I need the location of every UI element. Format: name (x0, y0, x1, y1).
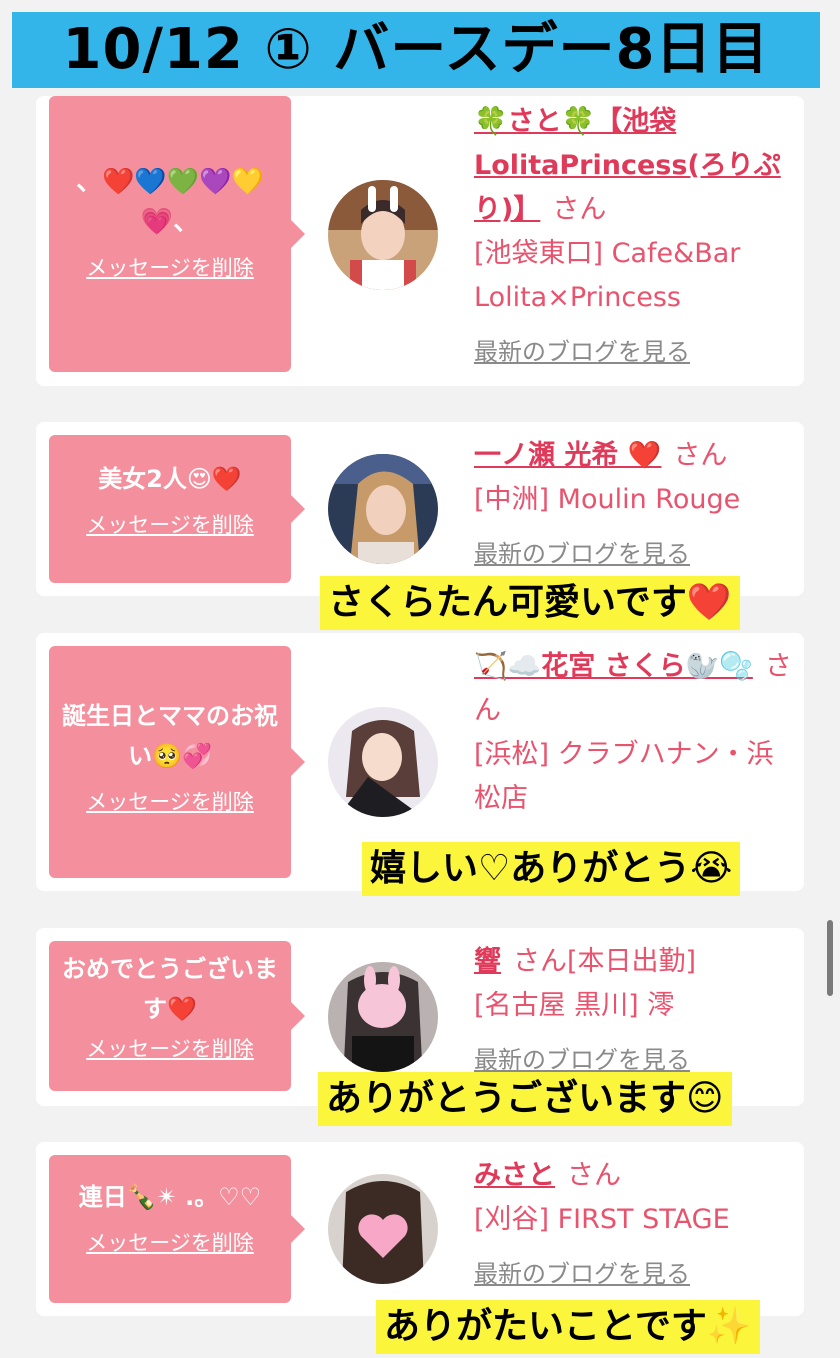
shop-name: [浜松] クラブハナン・浜松店 (474, 739, 774, 814)
cast-name-link[interactable]: 🏹☁️花宮 さくら🦭🫧 (474, 651, 753, 682)
cast-name-link[interactable]: 一ノ瀬 光希 ❤️ (474, 440, 661, 471)
latest-blog-link[interactable]: 最新のブログを見る (474, 1252, 794, 1296)
avatar-photo (328, 707, 438, 817)
caption-overlay: さくらたん可愛いです❤️ (320, 576, 740, 630)
caption-overlay: ありがとうございます😊 (318, 1072, 732, 1126)
avatar-photo (328, 962, 438, 1072)
avatar-photo (328, 180, 438, 290)
shop-name: [名古屋 黒川] 澪 (474, 990, 675, 1021)
delete-message-link[interactable]: メッセージを削除 (86, 252, 254, 282)
page-title-banner: 10/12 ① バースデー8日目 (12, 12, 820, 88)
cast-name-link[interactable]: 🍀さと🍀【池袋LolitaPrincess(ろりぷり)】 (474, 106, 781, 225)
avatar[interactable] (328, 1174, 438, 1284)
avatar[interactable] (328, 707, 438, 817)
avatar-photo (328, 454, 438, 564)
cast-info: みさと さん [刈谷] FIRST STAGE 最新のブログを見る (474, 1154, 794, 1296)
shop-name: [刈谷] FIRST STAGE (474, 1204, 730, 1235)
shop-name: [中洲] Moulin Rouge (474, 484, 741, 515)
delete-message-link[interactable]: メッセージを削除 (86, 1227, 254, 1257)
delete-message-link[interactable]: メッセージを削除 (86, 1033, 254, 1063)
message-text: 誕生日とママのお祝い🥺💞 (62, 702, 278, 770)
message-text: 、❤️💙💚💜💛💗、 (76, 167, 264, 237)
message-card: 、❤️💙💚💜💛💗、 メッセージを削除 🍀さと🍀【池袋LolitaPrincess… (36, 96, 804, 386)
cast-info: 一ノ瀬 光希 ❤️ さん [中洲] Moulin Rouge 最新のブログを見る (474, 434, 794, 576)
message-card: 連日🍾✴︎ .。♡♡ メッセージを削除 みさと さん [刈谷] FIRST STA… (36, 1142, 804, 1316)
shop-name: [池袋東口] Cafe&Bar Lolita×Princess (474, 238, 741, 313)
cast-info: 響さん[本日出勤] [名古屋 黒川] 澪 最新のブログを見る (474, 940, 794, 1082)
cast-info: 🍀さと🍀【池袋LolitaPrincess(ろりぷり)】 さん [池袋東口] Ca… (474, 100, 794, 374)
cast-info: 🏹☁️花宮 さくら🦭🫧 さん [浜松] クラブハナン・浜松店 (474, 645, 794, 821)
cast-name-link[interactable]: 響 (474, 946, 501, 977)
avatar[interactable] (328, 962, 438, 1072)
latest-blog-link[interactable]: 最新のブログを見る (474, 532, 794, 576)
delete-message-link[interactable]: メッセージを削除 (86, 786, 254, 816)
honorific: さん (673, 440, 728, 471)
message-bubble: おめでとうございます❤️ メッセージを削除 (49, 941, 305, 1091)
avatar[interactable] (328, 454, 438, 564)
honorific: さん (552, 194, 607, 225)
message-bubble: 美女2人😍❤️ メッセージを削除 (49, 435, 305, 583)
cast-name-link[interactable]: みさと (474, 1160, 555, 1191)
message-bubble: 誕生日とママのお祝い🥺💞 メッセージを削除 (49, 646, 305, 878)
honorific: さん (567, 1160, 621, 1191)
scrollbar-thumb[interactable] (827, 920, 833, 996)
message-text: 美女2人😍❤️ (98, 465, 242, 493)
message-bubble: 、❤️💙💚💜💛💗、 メッセージを削除 (49, 96, 305, 372)
avatar[interactable] (328, 180, 438, 290)
delete-message-link[interactable]: メッセージを削除 (86, 509, 254, 539)
honorific: さん[本日出勤] (513, 946, 697, 977)
caption-overlay: 嬉しい♡ありがとう😭 (362, 842, 741, 896)
message-text: 連日🍾✴︎ .。♡♡ (78, 1183, 262, 1211)
caption-overlay: ありがたいことです✨ (376, 1300, 760, 1354)
message-card: 美女2人😍❤️ メッセージを削除 一ノ瀬 光希 ❤️ さん [中洲] Moulin… (36, 422, 804, 596)
avatar-photo (328, 1174, 438, 1284)
latest-blog-link[interactable]: 最新のブログを見る (474, 330, 794, 374)
message-text: おめでとうございます❤️ (62, 955, 278, 1023)
message-bubble: 連日🍾✴︎ .。♡♡ メッセージを削除 (49, 1155, 305, 1303)
